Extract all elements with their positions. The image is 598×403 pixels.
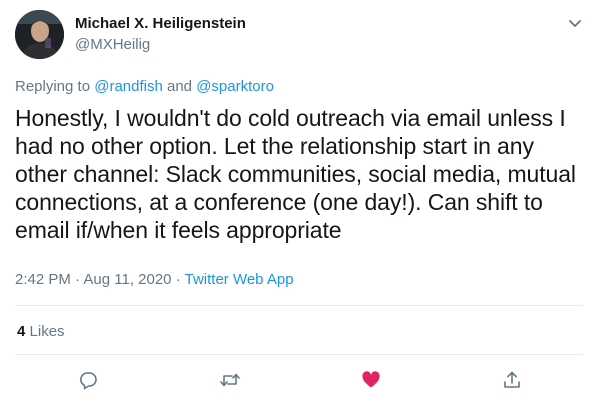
tweet-source-link[interactable]: Twitter Web App [185, 271, 294, 288]
tweet-text: Honestly, I wouldn't do cold outreach vi… [15, 104, 585, 244]
separator-dot: · [175, 271, 181, 288]
author-handle[interactable]: @MXHeilig [75, 36, 150, 53]
heart-icon [361, 370, 381, 390]
retweet-button[interactable] [218, 368, 242, 392]
tweet-time[interactable]: 2:42 PM [15, 271, 71, 288]
tweet-line: other channel: Slack communities, social… [15, 161, 576, 187]
tweet-line: connections, at a conference (one day!).… [15, 189, 543, 215]
mention-link[interactable]: @sparktoro [196, 78, 274, 95]
likes-count: 4 [17, 323, 26, 340]
tweet-date[interactable]: Aug 11, 2020 [83, 271, 171, 288]
tweet-line: Honestly, I wouldn't do cold outreach vi… [15, 105, 566, 131]
divider [15, 354, 583, 355]
replying-prefix: Replying to [15, 78, 91, 95]
share-button[interactable] [500, 368, 524, 392]
tweet-line: had no other option. Let the relationshi… [15, 133, 534, 159]
like-button[interactable] [359, 368, 383, 392]
tweet-meta: 2:42 PM · Aug 11, 2020 · Twitter Web App [15, 271, 294, 288]
likes-stat[interactable]: 4 Likes [17, 323, 65, 340]
retweet-icon [219, 370, 241, 390]
replying-to: Replying to @randfish and @sparktoro [15, 78, 274, 95]
reply-button[interactable] [76, 368, 100, 392]
reply-icon [78, 370, 98, 390]
avatar[interactable] [15, 10, 64, 59]
separator-dot: · [75, 271, 81, 288]
replying-conjunction: and [166, 78, 193, 95]
chevron-down-icon[interactable] [565, 13, 585, 33]
mention-link[interactable]: @randfish [94, 78, 163, 95]
tweet-line: email if/when it feels appropriate [15, 217, 342, 243]
author-name[interactable]: Michael X. Heiligenstein [75, 15, 246, 32]
divider [15, 305, 583, 306]
likes-label: Likes [29, 323, 65, 340]
share-icon [502, 370, 522, 390]
